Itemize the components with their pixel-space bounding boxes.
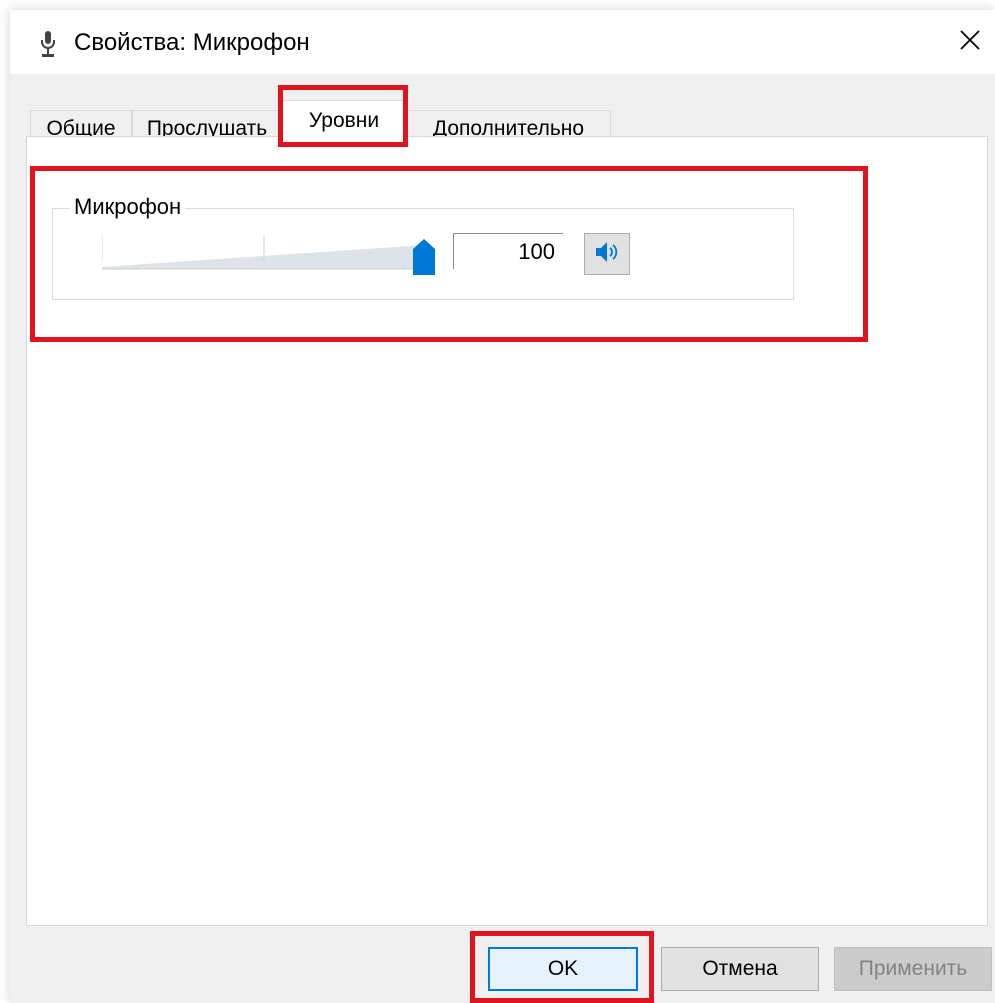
tab-levels[interactable]: Уровни — [282, 100, 406, 148]
apply-button[interactable]: Применить — [834, 947, 992, 991]
close-icon — [959, 29, 981, 56]
group-label: Микрофон — [70, 194, 186, 220]
tab-label: Уровни — [308, 108, 380, 132]
microphone-icon — [38, 29, 58, 59]
apply-label: Применить — [858, 957, 968, 980]
level-value-field[interactable]: 100 — [453, 233, 563, 269]
microphone-groupbox: Микрофон 100 — [52, 194, 794, 300]
cancel-label: Отмена — [702, 957, 778, 980]
ok-label: OK — [547, 957, 579, 980]
slider-thumb — [413, 239, 435, 275]
cancel-button[interactable]: Отмена — [661, 947, 819, 991]
mute-button[interactable] — [584, 233, 630, 275]
levels-panel: Микрофон 100 — [26, 136, 988, 926]
speaker-icon — [593, 239, 621, 270]
slider-track — [102, 245, 424, 269]
window-title: Свойства: Микрофон — [74, 29, 310, 56]
title-bar: Свойства: Микрофон — [10, 10, 995, 74]
level-value: 100 — [518, 238, 555, 264]
volume-slider[interactable] — [102, 231, 442, 279]
close-button[interactable] — [945, 10, 995, 74]
properties-dialog: Свойства: Микрофон Общие Прослушать Уров… — [10, 10, 995, 1003]
ok-button[interactable]: OK — [488, 947, 638, 991]
